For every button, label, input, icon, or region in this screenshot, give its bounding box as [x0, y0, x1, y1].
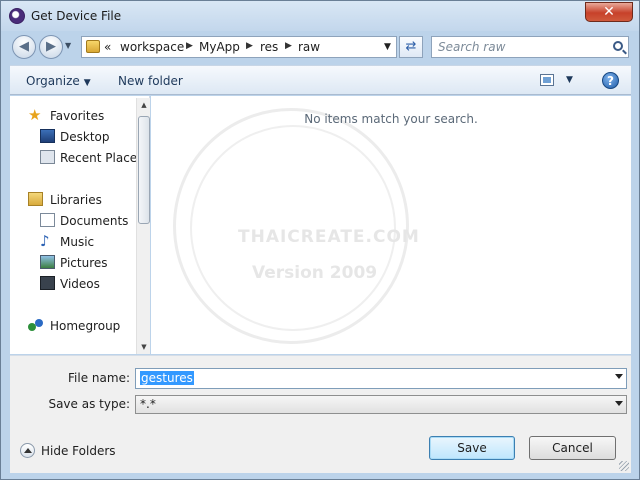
cancel-button[interactable]: Cancel: [529, 436, 616, 460]
breadcrumb-myapp[interactable]: MyApp: [199, 40, 240, 54]
breadcrumb-raw[interactable]: raw: [298, 40, 320, 54]
breadcrumb-overflow[interactable]: «: [104, 40, 111, 54]
folder-icon: [86, 40, 100, 53]
libraries-icon: [28, 192, 43, 206]
file-name-value[interactable]: gestures: [140, 371, 194, 385]
scroll-thumb[interactable]: [138, 116, 150, 224]
save-as-type-value: *.*: [140, 397, 156, 411]
change-view-icon[interactable]: [540, 74, 554, 86]
watermark-version: Version 2009: [252, 263, 378, 283]
videos-icon: [40, 276, 55, 290]
breadcrumb-workspace[interactable]: workspace: [120, 40, 184, 54]
nav-item-videos[interactable]: Videos: [10, 274, 136, 294]
search-icon[interactable]: [613, 41, 623, 51]
new-folder-button[interactable]: New folder: [118, 74, 183, 88]
close-button[interactable]: ✕: [585, 2, 633, 22]
file-name-label: File name:: [68, 371, 130, 385]
address-bar[interactable]: « workspace ▶ MyApp ▶ res ▶ raw ▼: [81, 36, 397, 58]
nav-item-pictures[interactable]: Pictures: [10, 253, 136, 273]
documents-icon: [40, 213, 55, 227]
forward-button[interactable]: ▶: [39, 35, 63, 59]
breadcrumb-res[interactable]: res: [260, 40, 278, 54]
refresh-icon: ⇄: [405, 39, 417, 54]
scroll-up-icon[interactable]: ▲: [137, 98, 151, 112]
breadcrumb-separator-icon[interactable]: ▶: [186, 41, 193, 51]
resize-grip-icon[interactable]: [619, 461, 629, 471]
watermark-seal: THAICREATE.COM Version 2009: [173, 108, 419, 344]
back-button[interactable]: ◀: [12, 35, 36, 59]
nav-label: Music: [60, 235, 95, 249]
hide-folders-label: Hide Folders: [41, 444, 116, 458]
nav-label: Desktop: [60, 130, 110, 144]
save-as-type-label: Save as type:: [48, 397, 130, 411]
nav-label: Recent Places: [60, 151, 144, 165]
collapse-up-icon: [20, 443, 35, 458]
homegroup-icon: [28, 318, 43, 332]
nav-label: Documents: [60, 214, 129, 228]
scroll-down-icon[interactable]: ▼: [137, 340, 151, 354]
navigation-scrollbar[interactable]: ▲ ▼: [136, 98, 150, 354]
navigation-pane: ★ Favorites Desktop Recent Places Librar…: [10, 96, 150, 354]
recent-locations-dropdown[interactable]: ▼: [65, 41, 71, 50]
window-title: Get Device File: [31, 9, 122, 23]
search-placeholder: Search raw: [438, 40, 506, 54]
nav-label: Pictures: [60, 256, 108, 270]
nav-item-homegroup[interactable]: Homegroup: [10, 316, 136, 336]
star-icon: ★: [28, 106, 42, 124]
save-as-type-select[interactable]: *.*: [135, 395, 627, 414]
app-icon: [9, 8, 25, 24]
chevron-down-icon[interactable]: ▼: [384, 42, 391, 52]
file-list-pane[interactable]: THAICREATE.COM Version 2009 No items mat…: [151, 96, 631, 354]
nav-label: Videos: [60, 277, 100, 291]
music-icon: ♪: [40, 232, 50, 250]
search-input[interactable]: Search raw: [431, 36, 629, 58]
desktop-icon: [40, 129, 55, 143]
recent-places-icon: [40, 150, 55, 164]
nav-item-music[interactable]: ♪ Music: [10, 232, 136, 252]
command-toolbar: Organize ▼ New folder ▼ ?: [10, 65, 631, 95]
refresh-button[interactable]: ⇄: [399, 36, 423, 58]
watermark-text: THAICREATE.COM: [238, 227, 420, 247]
title-bar[interactable]: Get Device File ✕: [1, 1, 639, 31]
arrow-left-icon: ◀: [19, 39, 29, 54]
chevron-down-icon[interactable]: [615, 374, 623, 379]
dialog-window: Get Device File ✕ ◀ ▶ ▼ « workspace ▶ My…: [0, 0, 640, 480]
arrow-right-icon: ▶: [46, 39, 56, 54]
nav-item-recent-places[interactable]: Recent Places: [10, 148, 143, 168]
view-options-dropdown[interactable]: ▼: [566, 75, 573, 85]
nav-label: Favorites: [50, 109, 105, 123]
nav-label: Libraries: [50, 193, 102, 207]
caret-down-icon: ▼: [83, 78, 91, 88]
nav-label: Homegroup: [50, 319, 121, 333]
nav-item-documents[interactable]: Documents: [10, 211, 136, 231]
organize-label: Organize: [26, 74, 80, 88]
breadcrumb-separator-icon[interactable]: ▶: [246, 41, 253, 51]
save-button[interactable]: Save: [429, 436, 515, 460]
help-icon[interactable]: ?: [602, 72, 619, 89]
nav-item-favorites[interactable]: ★ Favorites: [10, 106, 136, 126]
breadcrumb-separator-icon[interactable]: ▶: [285, 41, 292, 51]
empty-message: No items match your search.: [304, 112, 478, 126]
nav-item-libraries[interactable]: Libraries: [10, 190, 136, 210]
chevron-down-icon[interactable]: [615, 401, 623, 406]
pictures-icon: [40, 255, 55, 269]
organize-button[interactable]: Organize ▼: [26, 74, 91, 88]
nav-item-desktop[interactable]: Desktop: [10, 127, 136, 147]
file-name-input[interactable]: gestures: [135, 368, 627, 389]
save-options-panel: File name: gestures Save as type: *.* Hi…: [10, 355, 631, 473]
